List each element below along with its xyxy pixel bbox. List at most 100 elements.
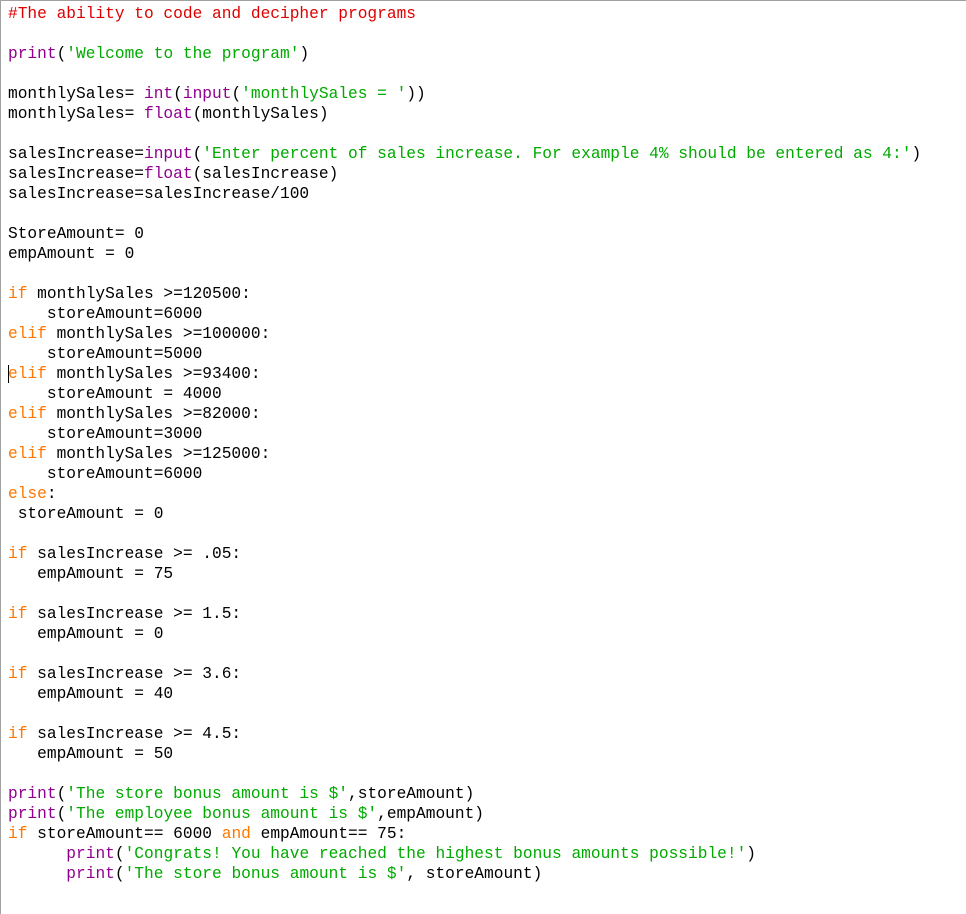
code-token-string: 'The store bonus amount is $' [66, 785, 349, 803]
code-token-string: 'The store bonus amount is $' [124, 865, 407, 883]
code-line[interactable]: #The ability to code and decipher progra… [8, 4, 921, 24]
code-token-keyword: if [8, 665, 28, 683]
code-token-keyword: and [221, 825, 251, 843]
code-line[interactable]: print('Welcome to the program') [8, 44, 921, 64]
code-line[interactable]: ​ [8, 264, 921, 284]
code-token-keyword: if [8, 545, 28, 563]
code-token-default: storeAmount=6000 [8, 465, 203, 483]
code-token-default: (monthlySales) [192, 105, 329, 123]
code-token-default: ( [114, 845, 125, 863]
code-token-string: 'Welcome to the program' [66, 45, 300, 63]
code-token-default: ( [56, 45, 67, 63]
code-token-default: monthlySales= [8, 105, 144, 123]
code-line[interactable]: storeAmount=6000 [8, 464, 921, 484]
code-token-default: storeAmount=3000 [8, 425, 203, 443]
code-editor[interactable]: #The ability to code and decipher progra… [0, 0, 966, 914]
code-token-keyword: else [8, 485, 47, 503]
code-line[interactable]: elif monthlySales >=125000: [8, 444, 921, 464]
code-token-default: storeAmount=5000 [8, 345, 203, 363]
code-token-default: storeAmount = 0 [8, 505, 164, 523]
code-token-default: storeAmount = 4000 [8, 385, 222, 403]
code-text-area[interactable]: #The ability to code and decipher progra… [8, 4, 921, 884]
code-line[interactable]: salesIncrease=input('Enter percent of sa… [8, 144, 921, 164]
code-line[interactable]: print('The employee bonus amount is $',e… [8, 804, 921, 824]
code-line[interactable]: elif monthlySales >=82000: [8, 404, 921, 424]
code-token-keyword: if [8, 725, 28, 743]
code-line[interactable]: empAmount = 75 [8, 564, 921, 584]
code-token-default: , storeAmount) [406, 865, 543, 883]
code-token-default: (salesIncrease) [192, 165, 339, 183]
code-line[interactable]: if monthlySales >=120500: [8, 284, 921, 304]
code-token-default: )) [406, 85, 426, 103]
code-line[interactable]: elif monthlySales >=100000: [8, 324, 921, 344]
code-line[interactable]: empAmount = 0 [8, 244, 921, 264]
code-token-default: empAmount = 0 [8, 625, 164, 643]
code-line[interactable]: storeAmount = 4000 [8, 384, 921, 404]
code-token-keyword: if [8, 825, 28, 843]
code-token-default: monthlySales= [8, 85, 144, 103]
code-line[interactable]: ​ [8, 704, 921, 724]
code-token-keyword: if [8, 285, 28, 303]
code-token-builtin: print [8, 45, 57, 63]
code-line[interactable]: print('Congrats! You have reached the hi… [8, 844, 921, 864]
code-line[interactable]: if salesIncrease >= 3.6: [8, 664, 921, 684]
code-line[interactable]: elif monthlySales >=93400: [8, 364, 921, 384]
code-line[interactable]: ​ [8, 644, 921, 664]
code-token-default: salesIncrease >= 4.5: [27, 725, 242, 743]
code-token-builtin: float [144, 165, 193, 183]
code-line[interactable]: ​ [8, 764, 921, 784]
code-token-string: 'Congrats! You have reached the highest … [124, 845, 747, 863]
code-token-default: empAmount = 0 [8, 245, 135, 263]
code-token-default: ( [56, 785, 67, 803]
code-line[interactable]: storeAmount=5000 [8, 344, 921, 364]
code-line[interactable]: ​ [8, 24, 921, 44]
code-token-default: ,empAmount) [377, 805, 485, 823]
code-line[interactable]: ​ [8, 124, 921, 144]
code-token-default: empAmount = 50 [8, 745, 174, 763]
code-line[interactable]: salesIncrease=salesIncrease/100 [8, 184, 921, 204]
code-token-default: StoreAmount= 0 [8, 225, 144, 243]
code-token-default: monthlySales >=125000: [46, 445, 271, 463]
code-token-builtin: print [66, 865, 115, 883]
code-line[interactable]: empAmount = 0 [8, 624, 921, 644]
code-line[interactable]: print('The store bonus amount is $', sto… [8, 864, 921, 884]
code-token-default: empAmount = 40 [8, 685, 174, 703]
code-line[interactable]: ​ [8, 584, 921, 604]
code-token-default: ( [114, 865, 125, 883]
code-line[interactable]: monthlySales= float(monthlySales) [8, 104, 921, 124]
code-line[interactable]: empAmount = 40 [8, 684, 921, 704]
code-token-default: ) [746, 845, 757, 863]
code-token-default: salesIncrease >= 1.5: [27, 605, 242, 623]
code-line[interactable]: print('The store bonus amount is $',stor… [8, 784, 921, 804]
code-line[interactable]: ​ [8, 204, 921, 224]
code-token-default: salesIncrease=salesIncrease/100 [8, 185, 310, 203]
code-line[interactable]: if storeAmount== 6000 and empAmount== 75… [8, 824, 921, 844]
code-token-keyword: elif [8, 365, 47, 383]
code-line[interactable]: if salesIncrease >= 4.5: [8, 724, 921, 744]
code-token-string: 'The employee bonus amount is $' [66, 805, 378, 823]
code-line[interactable]: storeAmount=3000 [8, 424, 921, 444]
code-token-default [8, 865, 66, 883]
code-line[interactable]: storeAmount=6000 [8, 304, 921, 324]
code-token-default [8, 845, 66, 863]
code-line[interactable]: salesIncrease=float(salesIncrease) [8, 164, 921, 184]
code-line[interactable]: ​ [8, 524, 921, 544]
code-token-comment: #The ability to code and decipher progra… [8, 5, 416, 23]
code-token-default: ,storeAmount) [348, 785, 475, 803]
code-line[interactable]: storeAmount = 0 [8, 504, 921, 524]
code-line[interactable]: StoreAmount= 0 [8, 224, 921, 244]
code-line[interactable]: if salesIncrease >= .05: [8, 544, 921, 564]
code-token-default: monthlySales >=100000: [46, 325, 271, 343]
code-token-default: salesIncrease >= .05: [27, 545, 242, 563]
code-line[interactable]: empAmount = 50 [8, 744, 921, 764]
code-token-default: ( [56, 805, 67, 823]
code-line[interactable]: if salesIncrease >= 1.5: [8, 604, 921, 624]
code-line[interactable]: monthlySales= int(input('monthlySales = … [8, 84, 921, 104]
code-token-keyword: elif [8, 325, 47, 343]
code-token-keyword: elif [8, 445, 47, 463]
code-line[interactable]: else: [8, 484, 921, 504]
code-token-default: ( [192, 145, 203, 163]
code-line[interactable]: ​ [8, 64, 921, 84]
code-token-default: ( [173, 85, 183, 103]
code-token-default: monthlySales >=93400: [46, 365, 261, 383]
